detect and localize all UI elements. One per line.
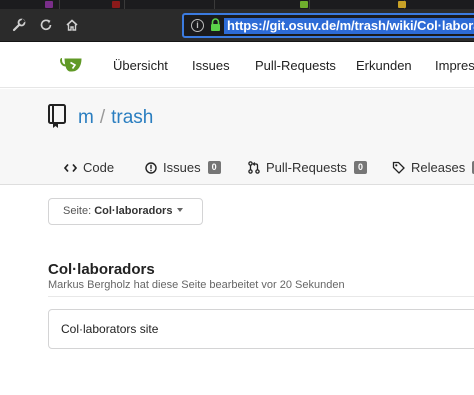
url-text[interactable]: https://git.osuv.de/m/trash/wiki/Col·lab… (224, 18, 474, 34)
tab-code[interactable]: Code (64, 160, 114, 175)
tab-pull-requests-count-badge: 0 (353, 161, 367, 174)
nav-item-overview[interactable]: Übersicht (113, 58, 168, 73)
tab-releases[interactable]: Releases 0 (392, 160, 474, 175)
wiki-page-select-value: Col·laboradors (94, 205, 173, 217)
page: i https://git.osuv.de/m/trash/wiki/Col·l… (0, 0, 474, 395)
info-icon[interactable]: i (191, 19, 204, 32)
reload-icon[interactable] (36, 15, 56, 35)
browser-tab-strip (0, 0, 474, 9)
repo-owner-link[interactable]: m (78, 107, 94, 128)
gitea-logo-icon[interactable] (60, 56, 84, 79)
code-icon (64, 163, 77, 173)
divider (48, 296, 474, 297)
browser-tab[interactable] (310, 0, 406, 9)
wrench-icon[interactable] (9, 15, 29, 35)
caret-down-icon (177, 208, 184, 212)
home-icon[interactable] (62, 15, 82, 35)
repo-book-icon (48, 104, 66, 135)
browser-tab[interactable] (60, 0, 125, 9)
git-pull-request-icon (248, 161, 260, 174)
tab-issues[interactable]: Issues 0 (145, 160, 221, 175)
repo-name-link[interactable]: trash (111, 107, 153, 128)
nav-item-pull-requests[interactable]: Pull-Requests (255, 58, 336, 73)
wiki-page-meta: Markus Bergholz hat diese Seite bearbeit… (48, 279, 345, 291)
issue-opened-icon (145, 161, 157, 174)
tab-favicon-icon (45, 1, 53, 8)
tab-favicon-icon (398, 1, 406, 8)
tab-pull-requests-label: Pull-Requests (266, 160, 347, 175)
wiki-content-text: Col·laborators site (61, 322, 159, 336)
wiki-content-box: Col·laborators site (48, 309, 474, 349)
address-bar[interactable]: i https://git.osuv.de/m/trash/wiki/Col·l… (182, 13, 474, 38)
browser-tab[interactable] (125, 0, 215, 9)
browser-toolbar: i https://git.osuv.de/m/trash/wiki/Col·l… (0, 9, 474, 42)
tab-issues-label: Issues (163, 160, 201, 175)
repo-title: m / trash (78, 107, 153, 129)
repo-header: m/trash Code Issues 0 Pull-Requests 0 (0, 89, 474, 185)
site-navbar: Übersicht Issues Pull-Requests Erkunden … (0, 42, 474, 88)
wiki-page-select[interactable]: Seite: Col·laboradors (48, 198, 203, 225)
tab-releases-label: Releases (411, 160, 466, 175)
browser-tab[interactable] (0, 0, 60, 9)
nav-item-issues[interactable]: Issues (192, 58, 230, 73)
tab-favicon-icon (112, 1, 120, 8)
wiki-page-title: Col·laboradors (48, 261, 155, 278)
tab-issues-count-badge: 0 (207, 161, 221, 174)
browser-tab[interactable] (215, 0, 310, 9)
nav-item-imprint[interactable]: Impress (435, 58, 474, 73)
tab-pull-requests[interactable]: Pull-Requests 0 (248, 160, 367, 175)
lock-icon[interactable] (210, 18, 221, 37)
repo-title-separator: / (99, 107, 106, 128)
tag-icon (392, 161, 405, 174)
tab-code-label: Code (83, 160, 115, 175)
nav-item-explore[interactable]: Erkunden (356, 58, 412, 73)
tab-favicon-icon (300, 1, 308, 8)
wiki-page-select-prefix: Seite: (63, 205, 92, 217)
